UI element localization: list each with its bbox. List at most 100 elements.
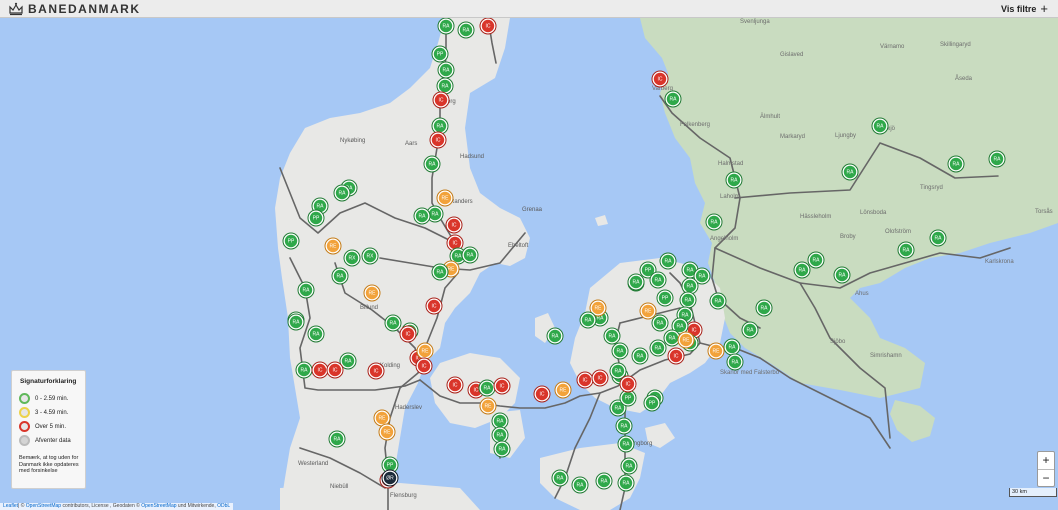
train-marker[interactable]: RA <box>579 311 597 329</box>
train-marker[interactable]: RA <box>807 251 825 269</box>
train-marker[interactable]: PP <box>282 232 300 250</box>
train-marker[interactable]: RA <box>384 314 402 332</box>
train-marker[interactable]: RA <box>328 430 346 448</box>
train-marker[interactable]: RA <box>663 329 681 347</box>
osm-link[interactable]: OpenStreetMap <box>26 503 61 509</box>
train-marker[interactable]: RA <box>297 281 315 299</box>
train-marker[interactable]: IC <box>533 385 551 403</box>
train-marker[interactable]: IC <box>619 375 637 393</box>
odbl-link[interactable]: ODbL <box>217 503 230 509</box>
train-marker[interactable]: RA <box>929 229 947 247</box>
train-marker[interactable]: RA <box>705 213 723 231</box>
train-marker[interactable]: RA <box>609 362 627 380</box>
train-marker[interactable]: RA <box>551 469 569 487</box>
train-marker[interactable]: RA <box>841 163 859 181</box>
train-marker[interactable]: RA <box>595 472 613 490</box>
train-marker[interactable]: RA <box>741 321 759 339</box>
zoom-out-button[interactable]: − <box>1038 469 1054 487</box>
train-marker[interactable]: RA <box>437 18 455 35</box>
train-marker[interactable]: RA <box>333 184 351 202</box>
train-marker[interactable]: RA <box>423 155 441 173</box>
train-marker[interactable]: RA <box>897 241 915 259</box>
train-marker[interactable]: RE <box>554 381 572 399</box>
train-marker[interactable]: IC <box>326 361 344 379</box>
train-marker[interactable]: RA <box>649 339 667 357</box>
train-marker[interactable]: RA <box>723 338 741 356</box>
train-marker[interactable]: RE <box>707 342 725 360</box>
train-marker[interactable]: RA <box>295 361 313 379</box>
zoom-in-button[interactable]: + <box>1038 452 1054 469</box>
train-marker[interactable]: RA <box>871 117 889 135</box>
train-marker[interactable]: RA <box>491 426 509 444</box>
train-marker[interactable]: IC <box>479 18 497 35</box>
train-marker[interactable]: PP <box>431 45 449 63</box>
train-marker[interactable]: RA <box>413 207 431 225</box>
train-marker[interactable]: RA <box>287 313 305 331</box>
train-marker[interactable]: RA <box>603 327 621 345</box>
train-marker[interactable]: RA <box>546 327 564 345</box>
train-marker[interactable]: RA <box>631 347 649 365</box>
train-marker[interactable]: RA <box>617 474 635 492</box>
train-marker[interactable]: PP <box>643 394 661 412</box>
train-marker[interactable]: RE <box>324 237 342 255</box>
train-marker[interactable]: RA <box>611 342 629 360</box>
banedanmark-logo[interactable]: BANEDANMARK <box>8 1 141 16</box>
train-marker[interactable]: RE <box>479 397 497 415</box>
train-marker[interactable]: IC <box>311 361 329 379</box>
train-marker[interactable]: RX <box>361 247 379 265</box>
train-marker[interactable]: RA <box>461 246 479 264</box>
show-filters-button[interactable]: Vis filtre + <box>1001 1 1048 16</box>
train-marker[interactable]: RA <box>726 353 744 371</box>
train-marker[interactable]: RE <box>639 302 657 320</box>
train-marker[interactable]: RA <box>627 273 645 291</box>
osm-link-2[interactable]: OpenStreetMap <box>141 503 176 509</box>
train-marker[interactable]: IC <box>425 297 443 315</box>
train-marker[interactable]: IC <box>591 369 609 387</box>
train-marker[interactable]: RE <box>677 331 695 349</box>
train-marker[interactable]: RA <box>615 417 633 435</box>
train-marker[interactable]: RA <box>331 267 349 285</box>
train-marker[interactable]: IC <box>432 91 450 109</box>
train-marker[interactable]: RE <box>363 284 381 302</box>
train-marker[interactable]: RA <box>725 171 743 189</box>
train-marker[interactable]: RA <box>431 117 449 135</box>
train-marker[interactable]: RA <box>755 299 773 317</box>
train-marker[interactable]: IC <box>367 362 385 380</box>
train-marker[interactable]: RA <box>947 155 965 173</box>
train-marker[interactable]: RA <box>437 61 455 79</box>
train-marker[interactable]: PP <box>307 209 325 227</box>
train-marker[interactable]: RE <box>416 342 434 360</box>
train-marker[interactable]: IC <box>493 377 511 395</box>
train-marker[interactable]: RA <box>493 440 511 458</box>
train-marker[interactable]: RE <box>436 189 454 207</box>
train-marker[interactable]: RA <box>988 150 1006 168</box>
train-marker[interactable]: RE <box>378 423 396 441</box>
train-marker[interactable]: IC <box>576 371 594 389</box>
train-marker[interactable]: IC <box>415 357 433 375</box>
train-marker[interactable]: IC <box>429 131 447 149</box>
train-marker[interactable]: PP <box>656 289 674 307</box>
train-marker[interactable]: RA <box>649 271 667 289</box>
train-marker[interactable]: RA <box>620 457 638 475</box>
train-marker[interactable]: IC <box>667 347 685 365</box>
train-marker[interactable]: RA <box>709 292 727 310</box>
train-marker[interactable]: RA <box>431 263 449 281</box>
train-marker[interactable]: RA <box>664 90 682 108</box>
train-marker[interactable]: ØR <box>381 469 399 487</box>
train-marker[interactable]: RA <box>617 435 635 453</box>
map-canvas[interactable]: AalborgAarsHadsundNykøbingRandersGrenaaE… <box>0 18 1058 510</box>
train-marker[interactable]: RA <box>651 314 669 332</box>
train-marker[interactable]: RX <box>343 249 361 267</box>
train-marker[interactable]: RA <box>659 252 677 270</box>
leaflet-link[interactable]: Leaflet <box>3 503 18 509</box>
train-marker[interactable]: RA <box>681 277 699 295</box>
train-marker[interactable]: IC <box>446 376 464 394</box>
train-marker[interactable]: RA <box>833 266 851 284</box>
train-marker[interactable]: RA <box>307 325 325 343</box>
train-marker[interactable]: RA <box>793 261 811 279</box>
train-marker[interactable]: IC <box>399 325 417 343</box>
map-view[interactable]: AalborgAarsHadsundNykøbingRandersGrenaaE… <box>0 18 1058 510</box>
train-marker[interactable]: RA <box>679 291 697 309</box>
train-marker[interactable]: RA <box>457 21 475 39</box>
train-marker[interactable]: IC <box>651 70 669 88</box>
